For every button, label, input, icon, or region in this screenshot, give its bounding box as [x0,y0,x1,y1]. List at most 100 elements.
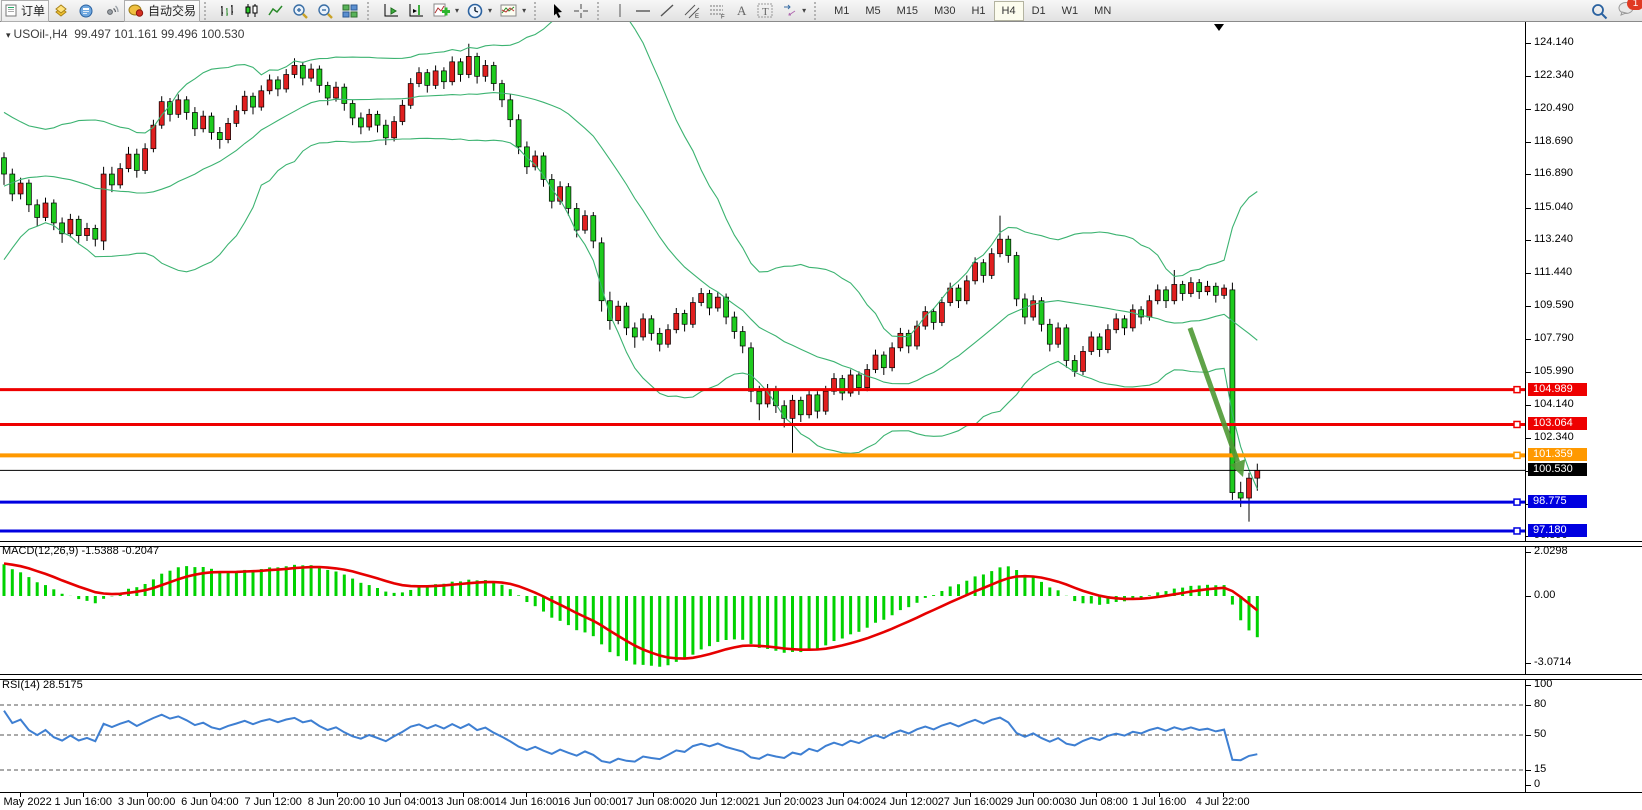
timeframe-button-h1[interactable]: H1 [963,1,993,21]
search-icon[interactable] [1591,3,1608,20]
toolbar: 订单 自动交易 [0,0,1642,22]
crosshair-icon [573,3,589,19]
axis-tick-label: 109.590 [1534,299,1574,311]
new-order-button[interactable]: 订单 [1,0,49,22]
macd-pane[interactable] [0,547,1525,673]
timeframe-button-mn[interactable]: MN [1086,1,1119,21]
price-chart[interactable] [0,22,1525,541]
ohlc-values: 99.497 101.161 99.496 100.530 [74,27,244,41]
toolbar-separator [534,2,543,20]
trendline-icon [659,3,675,18]
time-tick-label: 23 Jun 04:00 [811,796,875,808]
text-tool-button[interactable]: A [731,0,753,22]
price-tag: 97.180 [1528,524,1587,537]
rsi-pane[interactable] [0,701,1525,793]
timeframe-button-m1[interactable]: M1 [826,1,857,21]
timeframe-button-m5[interactable]: M5 [857,1,888,21]
mt4-window: 订单 自动交易 [0,0,1642,810]
periods-icon [467,3,484,19]
channel-button[interactable]: E [679,0,705,22]
data-window-icon [78,3,95,18]
axis-tick-label: 107.790 [1534,332,1574,344]
timeframe-button-d1[interactable]: D1 [1024,1,1054,21]
zoom-in-button[interactable] [288,0,313,22]
cursor-icon [550,3,565,19]
time-tick-label: 3 Jun 00:00 [118,796,176,808]
cursor-tool-button[interactable] [546,0,569,22]
svg-text:A: A [737,3,747,18]
notifications-button[interactable]: 1 [1618,1,1636,21]
axis-tick-label: 50 [1534,728,1546,740]
time-tick-label: 20 Jun 12:00 [684,796,748,808]
navigator-button[interactable] [99,0,124,22]
chevron-down-icon: ▾ [522,6,526,15]
candlestick-chart-button[interactable] [240,0,264,22]
data-window-button[interactable] [74,0,99,22]
axis-tick-label: 105.990 [1534,365,1574,377]
timeframe-button-m15[interactable]: M15 [889,1,926,21]
vertical-line-button[interactable] [609,0,631,22]
indicators-button[interactable]: ▾ [429,0,463,22]
time-axis-line [0,792,1642,793]
price-tag: 104.989 [1528,383,1587,396]
new-order-label: 订单 [21,2,45,19]
time-tick-label: 7 Jun 12:00 [244,796,302,808]
axis-tick-label: 115.040 [1534,201,1573,213]
autotrading-icon [128,3,145,18]
axis-tick-label: 122.340 [1534,69,1574,81]
axis-tick-label: -3.0714 [1534,656,1571,668]
price-tag: 100.530 [1528,463,1587,476]
zoom-out-icon [317,3,334,19]
vertical-line-icon [613,3,627,18]
time-tick-label: 10 Jun 04:00 [368,796,432,808]
line-chart-button[interactable] [264,0,288,22]
horizontal-line-icon [635,3,651,18]
svg-text:F: F [721,14,725,19]
pane-separator[interactable] [0,674,1642,680]
timeframe-button-h4[interactable]: H4 [994,1,1024,21]
timeframe-button-w1[interactable]: W1 [1054,1,1087,21]
symbol-period: USOil-,H4 [14,27,68,41]
horizontal-line-button[interactable] [631,0,655,22]
templates-icon [500,3,518,18]
price-tag: 98.775 [1528,495,1587,508]
chart-shift-icon [408,3,425,18]
timeframe-button-m30[interactable]: M30 [926,1,963,21]
axis-tick-label: 120.490 [1534,102,1574,114]
time-tick-label: 24 Jun 12:00 [874,796,938,808]
zoom-out-button[interactable] [313,0,338,22]
time-tick-label: 31 May 2022 [0,796,52,808]
indicators-icon [433,3,451,19]
auto-scroll-icon [383,3,400,18]
periods-button[interactable]: ▾ [463,0,496,22]
tile-windows-button[interactable] [338,0,363,22]
templates-button[interactable]: ▾ [496,0,530,22]
text-icon: A [735,3,749,18]
time-tick-label: 29 Jun 00:00 [1001,796,1065,808]
bar-chart-icon [220,3,236,18]
arrows-tool-button[interactable]: ▾ [778,0,810,22]
time-tick-label: 13 Jun 08:00 [431,796,495,808]
chevron-down-icon: ▾ [802,6,806,15]
time-tick-label: 6 Jun 04:00 [181,796,239,808]
time-tick-label: 14 Jun 16:00 [495,796,559,808]
navigator-icon [103,3,120,18]
time-tick-label: 16 Jun 00:00 [558,796,622,808]
time-tick-label: 30 Jun 08:00 [1064,796,1128,808]
time-axis[interactable]: 31 May 20221 Jun 16:003 Jun 00:006 Jun 0… [0,793,1525,810]
chart-shift-button[interactable] [404,0,429,22]
fibonacci-button[interactable]: F [705,0,731,22]
line-chart-icon [268,3,284,18]
arrows-icon [782,3,798,18]
axis-tick-label: 80 [1534,698,1546,710]
bar-chart-button[interactable] [216,0,240,22]
trendline-button[interactable] [655,0,679,22]
pane-separator[interactable] [0,541,1642,547]
chart-title: ▾USOil-,H4 99.497 101.161 99.496 100.530 [6,27,244,41]
label-tool-button[interactable]: T [753,0,778,22]
autotrading-button[interactable]: 自动交易 [124,0,200,22]
market-watch-button[interactable] [49,0,74,22]
auto-scroll-button[interactable] [379,0,404,22]
crosshair-tool-button[interactable] [569,0,593,22]
candlestick-chart-icon [244,3,260,18]
